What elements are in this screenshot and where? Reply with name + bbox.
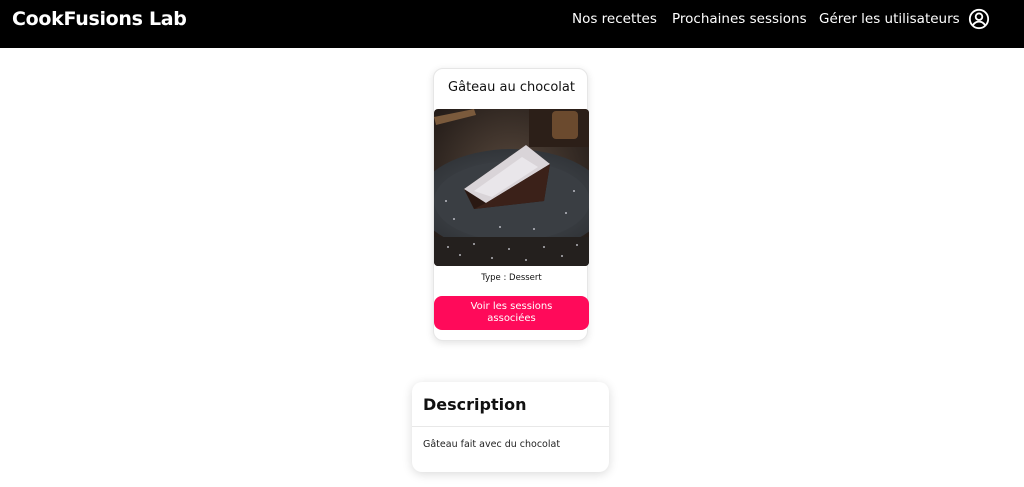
recipe-card: Gâteau au chocolat Type: Dessert Voir l… (433, 68, 589, 341)
recipe-image (434, 109, 589, 266)
description-heading: Description (423, 395, 527, 414)
recipe-type: Type : Dessert (481, 273, 542, 283)
description-card: Description Gâteau fait avec du chocolat (412, 382, 609, 472)
brand-logo[interactable]: CookFusions Lab (12, 8, 187, 30)
view-sessions-button[interactable]: Voir les sessions associées (434, 296, 589, 330)
navbar: CookFusions Lab Nos recettes Prochaines … (0, 0, 1024, 48)
recipe-title: Gâteau au chocolat (448, 80, 575, 95)
user-circle-icon[interactable] (968, 8, 990, 30)
nav-link-sessions[interactable]: Prochaines sessions (672, 11, 807, 27)
nav-link-recettes[interactable]: Nos recettes (572, 11, 657, 27)
description-divider (412, 426, 609, 427)
nav-link-users[interactable]: Gérer les utilisateurs (819, 11, 960, 27)
description-text: Gâteau fait avec du chocolat (423, 439, 561, 450)
